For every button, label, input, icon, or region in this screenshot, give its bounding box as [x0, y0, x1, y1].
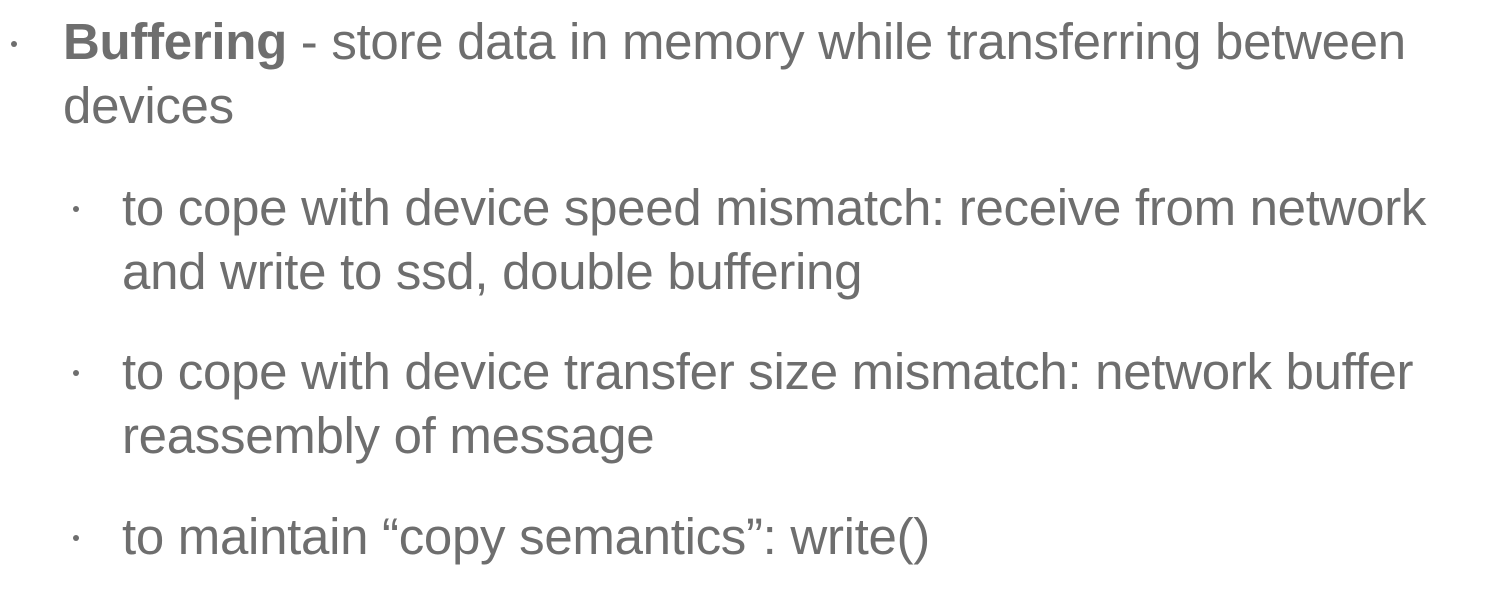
bullet-dot — [73, 535, 79, 541]
bullet-dot — [73, 370, 79, 376]
bullet-dot — [11, 41, 17, 47]
slide-content: Buffering - store data in memory while t… — [0, 0, 1494, 602]
bullet-dot — [73, 206, 79, 212]
sub-bullet: to cope with device transfer size mismat… — [122, 343, 1414, 464]
sub-bullet: to cope with device speed mismatch: rece… — [122, 179, 1427, 300]
sub-bullet: to maintain “copy semantics”: write() — [122, 508, 930, 565]
bullet-term: Buffering — [63, 13, 287, 70]
main-bullet: Buffering - store data in memory while t… — [63, 10, 1473, 138]
